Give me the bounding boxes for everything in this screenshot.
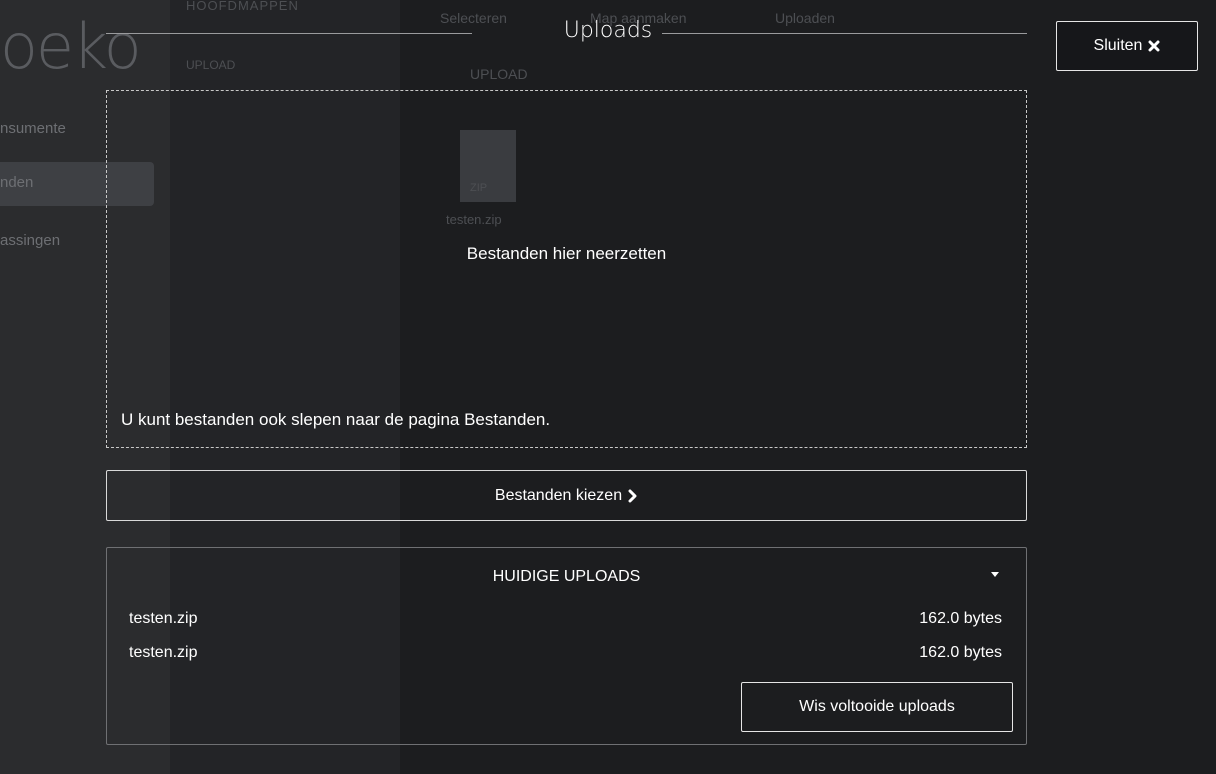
clear-completed-button[interactable]: Wis voltooide uploads [741, 682, 1013, 732]
drop-zone-hint: U kunt bestanden ook slepen naar de pagi… [121, 410, 551, 429]
current-uploads-title: HUIDIGE UPLOADS [492, 568, 641, 585]
drop-zone[interactable]: Bestanden hier neerzetten U kunt bestand… [106, 90, 1027, 448]
chevron-right-icon [628, 489, 638, 503]
upload-file-name: testen.zip [129, 644, 198, 661]
background-folder-header: HOOFDMAPPEN [186, 0, 299, 13]
current-uploads-panel: HUIDIGE UPLOADS testen.zip 162.0 bytes t… [106, 547, 1027, 745]
dialog-title: Uploads [563, 18, 653, 43]
upload-file-size: 162.0 bytes [919, 644, 1002, 661]
choose-files-label: Bestanden kiezen [494, 486, 623, 504]
close-icon [1148, 40, 1160, 52]
drop-zone-title: Bestanden hier neerzetten [466, 244, 667, 263]
background-nav-label: nden [0, 174, 34, 191]
caret-down-icon[interactable] [990, 570, 1000, 578]
upload-row: testen.zip 162.0 bytes [129, 610, 1002, 632]
upload-file-name: testen.zip [129, 610, 198, 627]
upload-file-size: 162.0 bytes [919, 610, 1002, 627]
close-button-label: Sluiten [1093, 37, 1143, 54]
choose-files-button[interactable]: Bestanden kiezen [106, 470, 1027, 521]
background-breadcrumb: UPLOAD [470, 66, 528, 82]
background-folder-item: UPLOAD [186, 58, 236, 72]
upload-row: testen.zip 162.0 bytes [129, 644, 1002, 666]
close-button[interactable]: Sluiten [1056, 21, 1198, 71]
background-nav-item: nsumente [0, 120, 66, 137]
background-nav-item: assingen [0, 232, 61, 249]
